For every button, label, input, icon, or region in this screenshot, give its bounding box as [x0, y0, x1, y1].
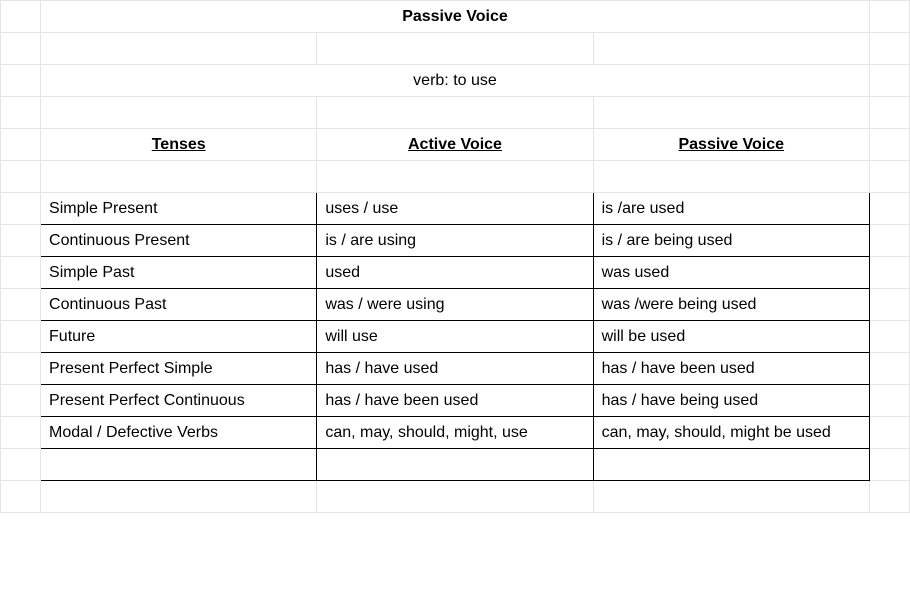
table-cell-tense: Present Perfect Continuous: [41, 385, 317, 417]
table-cell-active: will use: [317, 321, 593, 353]
table-cell-active: has / have used: [317, 353, 593, 385]
empty-cell: [1, 321, 41, 353]
empty-cell: [41, 449, 317, 481]
table-cell-passive: was /were being used: [593, 289, 869, 321]
table-cell-tense: Simple Past: [41, 257, 317, 289]
empty-cell: [869, 353, 909, 385]
table-cell-tense: Continuous Past: [41, 289, 317, 321]
empty-cell: [869, 65, 909, 97]
empty-cell: [1, 33, 41, 65]
empty-cell: [1, 353, 41, 385]
empty-cell: [869, 193, 909, 225]
table-cell-active: used: [317, 257, 593, 289]
table-cell-tense: Modal / Defective Verbs: [41, 417, 317, 449]
empty-cell: [869, 1, 909, 33]
empty-cell: [1, 161, 41, 193]
empty-cell: [593, 33, 869, 65]
table-cell-active: can, may, should, might, use: [317, 417, 593, 449]
empty-cell: [317, 97, 593, 129]
empty-cell: [869, 97, 909, 129]
empty-cell: [1, 481, 41, 513]
page-title: Passive Voice: [41, 1, 870, 33]
table-cell-active: uses / use: [317, 193, 593, 225]
spreadsheet-grid: Passive Voice verb: to use Tenses Active…: [0, 0, 910, 513]
table-cell-passive: is /are used: [593, 193, 869, 225]
empty-cell: [869, 33, 909, 65]
empty-cell: [1, 1, 41, 33]
empty-cell: [869, 321, 909, 353]
table-cell-tense: Future: [41, 321, 317, 353]
empty-cell: [593, 449, 869, 481]
empty-cell: [1, 257, 41, 289]
empty-cell: [1, 97, 41, 129]
empty-cell: [1, 417, 41, 449]
table-cell-passive: can, may, should, might be used: [593, 417, 869, 449]
empty-cell: [869, 385, 909, 417]
empty-cell: [317, 449, 593, 481]
empty-cell: [869, 161, 909, 193]
empty-cell: [869, 257, 909, 289]
empty-cell: [41, 97, 317, 129]
table-cell-passive: has / have been used: [593, 353, 869, 385]
empty-cell: [317, 481, 593, 513]
table-cell-active: has / have been used: [317, 385, 593, 417]
empty-cell: [1, 65, 41, 97]
empty-cell: [869, 481, 909, 513]
empty-cell: [1, 193, 41, 225]
empty-cell: [593, 97, 869, 129]
empty-cell: [1, 385, 41, 417]
empty-cell: [869, 449, 909, 481]
column-header-active: Active Voice: [317, 129, 593, 161]
empty-cell: [593, 481, 869, 513]
table-cell-active: was / were using: [317, 289, 593, 321]
table-cell-tense: Simple Present: [41, 193, 317, 225]
table-cell-passive: was used: [593, 257, 869, 289]
empty-cell: [41, 33, 317, 65]
empty-cell: [317, 33, 593, 65]
empty-cell: [869, 225, 909, 257]
table-cell-active: is / are using: [317, 225, 593, 257]
table-cell-tense: Continuous Present: [41, 225, 317, 257]
empty-cell: [1, 449, 41, 481]
empty-cell: [317, 161, 593, 193]
column-header-passive: Passive Voice: [593, 129, 869, 161]
empty-cell: [41, 481, 317, 513]
empty-cell: [869, 417, 909, 449]
empty-cell: [593, 161, 869, 193]
empty-cell: [41, 161, 317, 193]
empty-cell: [1, 225, 41, 257]
table-cell-passive: will be used: [593, 321, 869, 353]
table-cell-passive: is / are being used: [593, 225, 869, 257]
empty-cell: [869, 129, 909, 161]
empty-cell: [1, 289, 41, 321]
empty-cell: [1, 129, 41, 161]
column-header-tenses: Tenses: [41, 129, 317, 161]
subtitle: verb: to use: [41, 65, 870, 97]
table-cell-tense: Present Perfect Simple: [41, 353, 317, 385]
empty-cell: [869, 289, 909, 321]
table-cell-passive: has / have being used: [593, 385, 869, 417]
